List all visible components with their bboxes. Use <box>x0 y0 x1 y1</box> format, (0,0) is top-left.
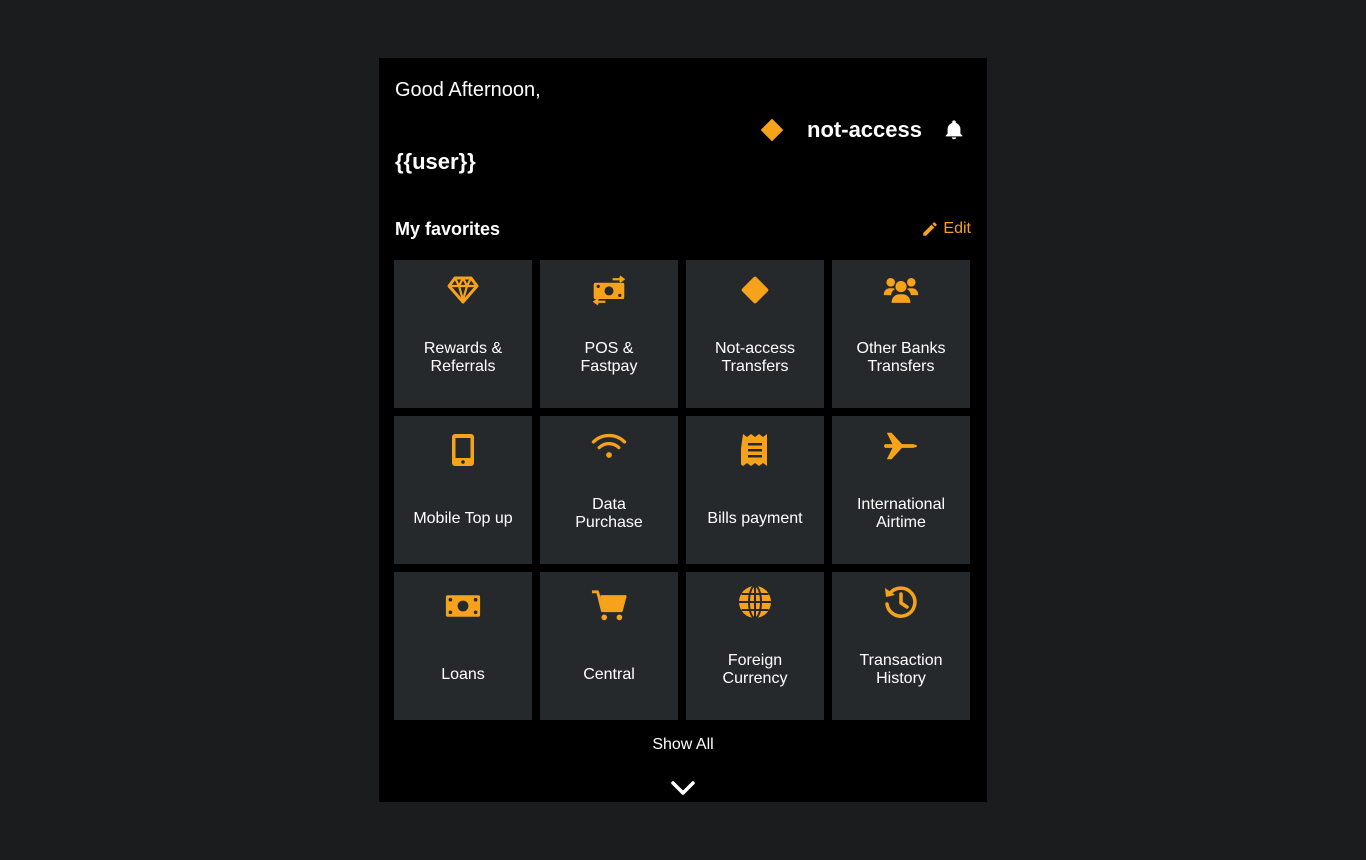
tile-label: Transaction History <box>859 652 943 687</box>
brand-name: not-access <box>807 117 922 142</box>
dashboard-panel: Good Afternoon, {{user}} not-access My f… <box>379 58 987 802</box>
money-exchange-icon <box>591 272 627 308</box>
edit-button[interactable]: Edit <box>921 220 971 238</box>
favorites-grid: Rewards & Referrals POS & Fastpay Not-ac… <box>394 260 970 720</box>
tile-label: Other Banks Transfers <box>856 340 946 375</box>
history-icon <box>883 584 919 620</box>
chevron-down-icon[interactable] <box>671 780 695 796</box>
cart-icon <box>591 588 627 624</box>
tile-label: Mobile Top up <box>413 510 513 527</box>
money-bill-icon <box>445 588 481 624</box>
wifi-icon <box>591 428 627 464</box>
brand-area: not-access <box>760 116 965 144</box>
tile-label: POS & Fastpay <box>580 340 638 375</box>
tile-label: Loans <box>441 666 485 683</box>
mobile-phone-icon <box>445 432 481 468</box>
tile-label: Bills payment <box>707 510 803 527</box>
tile-label: Rewards & Referrals <box>423 340 503 375</box>
user-name: {{user}} <box>395 149 476 174</box>
tile-not-access-transfers[interactable]: Not-access Transfers <box>686 260 824 408</box>
tile-label: International Airtime <box>856 496 946 531</box>
greeting-text: Good Afternoon, <box>395 79 541 101</box>
tile-transaction-history[interactable]: Transaction History <box>832 572 970 720</box>
tile-pos-fastpay[interactable]: POS & Fastpay <box>540 260 678 408</box>
tile-bills-payment[interactable]: Bills payment <box>686 416 824 564</box>
tile-loans[interactable]: Loans <box>394 572 532 720</box>
edit-label: Edit <box>943 220 971 237</box>
tile-data-purchase[interactable]: Data Purchase <box>540 416 678 564</box>
diamond-logo-icon <box>760 118 784 142</box>
globe-icon <box>737 584 773 620</box>
favorites-title: My favorites <box>395 219 501 239</box>
tile-label: Central <box>583 666 635 683</box>
show-all-button[interactable]: Show All <box>379 736 987 754</box>
tile-central[interactable]: Central <box>540 572 678 720</box>
tile-rewards-referrals[interactable]: Rewards & Referrals <box>394 260 532 408</box>
bell-icon[interactable] <box>943 118 965 142</box>
tile-mobile-top-up[interactable]: Mobile Top up <box>394 416 532 564</box>
diamond-logo-icon <box>737 272 773 308</box>
pencil-icon <box>923 222 938 236</box>
receipt-icon <box>737 432 773 468</box>
tile-other-banks-transfers[interactable]: Other Banks Transfers <box>832 260 970 408</box>
tile-label: Not-access Transfers <box>714 340 796 375</box>
diamond-gem-icon <box>445 272 481 308</box>
users-icon <box>883 272 919 308</box>
tile-label: Data Purchase <box>575 496 643 531</box>
tile-international-airtime[interactable]: International Airtime <box>832 416 970 564</box>
tile-label: Foreign Currency <box>722 652 788 687</box>
plane-icon <box>883 428 919 464</box>
tile-foreign-currency[interactable]: Foreign Currency <box>686 572 824 720</box>
